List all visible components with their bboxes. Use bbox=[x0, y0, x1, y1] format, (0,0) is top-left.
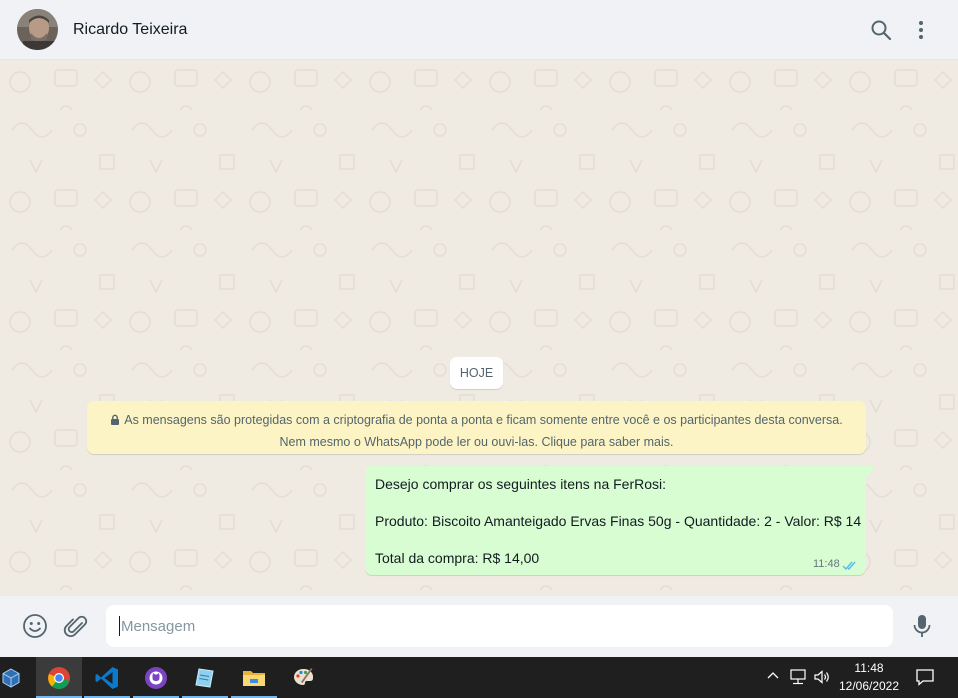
composer-bar: Mensagem bbox=[0, 596, 958, 657]
taskbar-notepad[interactable] bbox=[182, 657, 228, 698]
contact-avatar[interactable] bbox=[17, 9, 58, 50]
emoji-icon[interactable] bbox=[22, 613, 48, 639]
paint-icon bbox=[294, 667, 314, 685]
message-placeholder: Mensagem bbox=[121, 618, 196, 635]
volume-icon[interactable] bbox=[813, 668, 831, 691]
chat-panel[interactable]: HOJE As mensagens são protegidas com a c… bbox=[0, 60, 958, 596]
taskbar-paint[interactable] bbox=[280, 657, 326, 698]
encryption-notice-line1: As mensagens são protegidas com a cripto… bbox=[124, 413, 843, 427]
chat-header: Ricardo Teixeira bbox=[0, 0, 958, 60]
os-taskbar: 11:48 12/06/2022 bbox=[0, 657, 958, 698]
contact-name[interactable]: Ricardo Teixeira bbox=[73, 21, 187, 39]
message-time: 11:48 bbox=[813, 558, 840, 570]
taskbar-file-explorer[interactable] bbox=[231, 657, 277, 698]
folder-icon bbox=[243, 670, 265, 686]
date-chip: HOJE bbox=[450, 357, 503, 389]
message-line-2: Produto: Biscoito Amanteigado Ervas Fina… bbox=[375, 513, 862, 529]
vscode-icon bbox=[95, 666, 118, 689]
notepad-icon bbox=[195, 667, 214, 688]
search-icon[interactable] bbox=[869, 18, 893, 42]
text-caret bbox=[119, 616, 120, 636]
taskbar-chrome[interactable] bbox=[36, 657, 82, 698]
outgoing-message[interactable]: Desejo comprar os seguintes itens na Fer… bbox=[365, 466, 866, 575]
encryption-notice[interactable]: As mensagens são protegidas com a cripto… bbox=[87, 401, 866, 454]
attach-icon[interactable] bbox=[63, 613, 89, 639]
clock-date[interactable]: 12/06/2022 bbox=[835, 679, 903, 693]
lock-icon bbox=[110, 411, 120, 432]
tray-chevron-icon[interactable] bbox=[766, 669, 780, 688]
network-icon[interactable] bbox=[789, 668, 807, 691]
github-desktop-icon bbox=[145, 666, 167, 689]
bubble-tail bbox=[866, 466, 875, 479]
taskbar-vscode[interactable] bbox=[84, 657, 130, 698]
encryption-notice-line2: Nem mesmo o WhatsApp pode ler ou ouvi-la… bbox=[279, 435, 674, 449]
message-line-1: Desejo comprar os seguintes itens na Fer… bbox=[375, 476, 667, 492]
menu-icon[interactable] bbox=[909, 18, 933, 42]
notifications-icon[interactable] bbox=[915, 667, 935, 692]
chrome-icon bbox=[48, 666, 70, 689]
clock-time[interactable]: 11:48 bbox=[835, 661, 903, 675]
virtualbox-icon[interactable] bbox=[0, 657, 22, 698]
mic-icon[interactable] bbox=[909, 613, 935, 639]
message-line-3: Total da compra: R$ 14,00 bbox=[375, 550, 540, 566]
taskbar-github-desktop[interactable] bbox=[133, 657, 179, 698]
read-receipt-icon bbox=[842, 558, 858, 571]
message-input[interactable] bbox=[106, 605, 893, 647]
